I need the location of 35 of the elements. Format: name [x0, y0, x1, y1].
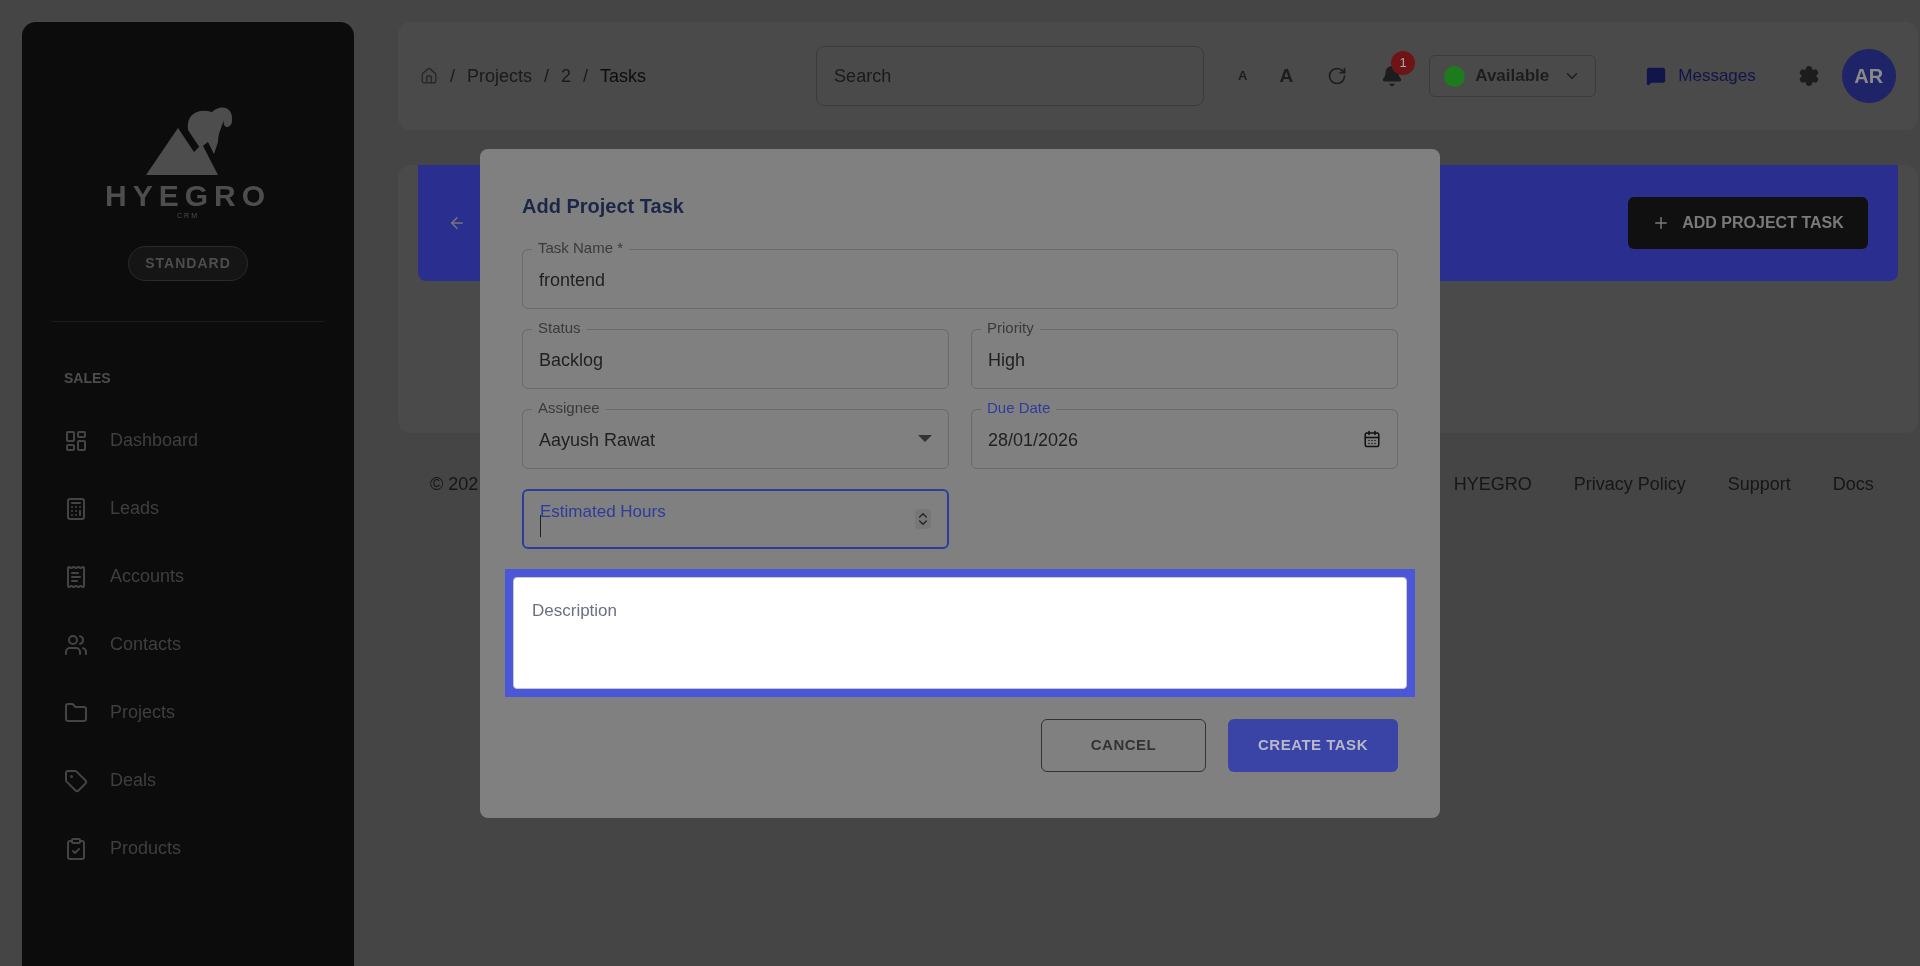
home-icon[interactable] [420, 67, 438, 85]
nav-icon [64, 632, 88, 657]
nav-icon [64, 836, 88, 861]
notification-badge: 1 [1391, 51, 1416, 75]
spinner-icon[interactable] [915, 509, 931, 529]
field-label: Estimated Hours [540, 501, 666, 523]
description-field[interactable]: Description [513, 577, 1407, 689]
nav-icon [64, 496, 88, 521]
field-value: High [988, 348, 1026, 372]
field-value: Backlog [539, 348, 604, 372]
calendar-icon[interactable] [1363, 430, 1381, 448]
cancel-button[interactable]: CANCEL [1041, 719, 1206, 772]
field-value: Aayush Rawat [539, 428, 656, 452]
brand-name: HYEGRO [105, 181, 271, 211]
nav-icon [64, 700, 88, 725]
field-value: frontend [539, 268, 606, 292]
refresh-icon[interactable] [1327, 66, 1348, 86]
field-value: 28/01/2026 [988, 428, 1079, 452]
breadcrumb-separator: / [544, 64, 550, 88]
plan-badge: STANDARD [128, 245, 248, 281]
nav-icon [64, 428, 88, 453]
breadcrumb-separator: / [583, 64, 589, 88]
messages-button[interactable]: Messages [1646, 63, 1756, 89]
number-field[interactable]: Estimated Hours [522, 489, 949, 549]
add-task-button[interactable]: ADD PROJECT TASK [1628, 197, 1868, 249]
create-button[interactable]: CREATE TASK [1228, 719, 1398, 772]
nav-icon [64, 768, 88, 793]
chat-icon [1646, 66, 1667, 86]
dialog-title: Add Project Task [522, 194, 685, 219]
settings-icon[interactable] [1797, 65, 1820, 87]
user-avatar[interactable]: AR [1841, 49, 1896, 103]
section-heading: SALES [64, 368, 112, 388]
breadcrumb-separator: / [450, 64, 455, 88]
dropdown-caret-icon [918, 435, 932, 443]
nav-icon [64, 564, 88, 589]
